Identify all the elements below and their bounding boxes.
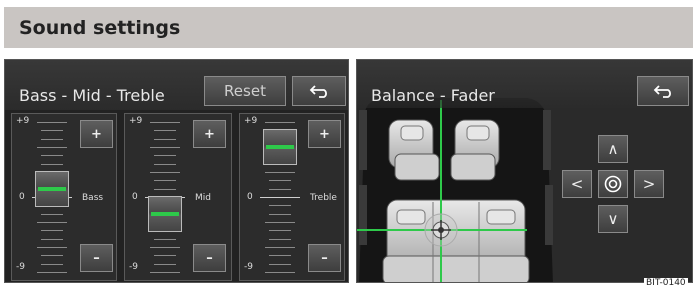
zero-label: 0 [19,192,25,202]
scale-tick [269,239,291,240]
scale-tick [150,147,180,148]
scale-tick [265,272,295,273]
balance-position-marker[interactable] [424,213,458,247]
scale-tick [41,255,63,256]
scale-tick [150,122,180,123]
front-left-seat [388,119,440,181]
scale-tick [37,122,67,123]
scale-tick [41,264,63,265]
zero-tick [260,197,300,198]
scale-tick [265,172,295,173]
up-button[interactable]: ∧ [598,135,628,163]
mid-slider-handle[interactable] [148,196,182,232]
min-label: -9 [129,262,138,272]
scale-tick [37,272,67,273]
scale-tick [41,139,63,140]
back-button[interactable] [637,76,689,106]
treble-minus-button[interactable]: – [308,244,341,272]
scale-tick [154,180,176,181]
scale-tick [154,239,176,240]
scale-tick [41,164,63,165]
back-arrow-icon [653,85,671,98]
scale-tick [265,247,295,248]
title-bar: Sound settings [4,7,693,48]
center-button[interactable] [598,170,628,198]
scale-tick [154,155,176,156]
scale-tick [154,164,176,165]
max-label: +9 [129,116,143,126]
balance-panel: Balance - Fader ∧ < > ∨ [356,59,693,283]
mid-minus-button[interactable]: – [193,244,226,272]
max-label: +9 [244,116,258,126]
max-label: +9 [16,116,30,126]
down-button[interactable]: ∨ [598,205,628,233]
scale-tick [154,139,176,140]
scale-tick [37,147,67,148]
zero-label: 0 [247,192,253,202]
balance-title: Balance - Fader [371,86,495,105]
scale-tick [269,255,291,256]
scale-tick [41,130,63,131]
eq-column-mid: +9 0 -9 Mid + – [124,113,232,281]
scale-tick [41,214,63,215]
bass-minus-button[interactable]: – [80,244,113,272]
reset-button[interactable]: Reset [204,76,286,106]
scale-tick [269,189,291,190]
min-label: -9 [244,262,253,272]
left-button[interactable]: < [562,170,592,198]
scale-tick [37,247,67,248]
equalizer-header: Bass - Mid - Treble Reset [5,60,348,110]
scale-tick [154,255,176,256]
scale-tick [41,155,63,156]
scale-tick [37,222,67,223]
balance-header: Balance - Fader [357,60,692,108]
scale-tick [154,264,176,265]
right-button[interactable]: > [634,170,664,198]
front-right-seat [450,119,500,181]
slider-level-bar [38,187,66,191]
band-label-bass: Bass [82,193,104,203]
slider-level-bar [151,212,179,216]
scale-tick [41,230,63,231]
treble-slider-handle[interactable] [263,129,297,165]
scale-tick [150,172,180,173]
slider-level-bar [266,145,294,149]
min-label: -9 [16,262,25,272]
treble-plus-button[interactable]: + [308,120,341,148]
scale-tick [150,272,180,273]
page-title: Sound settings [19,17,181,39]
eq-column-treble: +9 0 -9 Treble + – [239,113,345,281]
scale-tick [154,189,176,190]
scale-tick [269,214,291,215]
scale-tick [150,247,180,248]
rear-bench-seat [382,199,530,282]
equalizer-title: Bass - Mid - Treble [19,86,165,105]
zero-label: 0 [132,192,138,202]
scale-tick [265,222,295,223]
figure-reference: BIT-0140 [644,278,688,287]
scale-tick [269,230,291,231]
scale-tick [269,264,291,265]
center-target-icon [604,175,622,193]
bass-plus-button[interactable]: + [80,120,113,148]
scale-tick [269,180,291,181]
scale-tick [154,130,176,131]
eq-column-bass: +9 0 -9 Bass + – [11,113,117,281]
back-arrow-icon [309,85,327,98]
band-label-treble: Treble [310,193,337,203]
band-label-mid: Mid [195,193,211,203]
mid-plus-button[interactable]: + [193,120,226,148]
scale-tick [269,205,291,206]
back-button[interactable] [292,76,346,106]
scale-tick [41,239,63,240]
bass-slider-handle[interactable] [35,171,69,207]
equalizer-panel: Bass - Mid - Treble Reset +9 0 -9 Bass +… [4,59,349,283]
scale-tick [265,122,295,123]
